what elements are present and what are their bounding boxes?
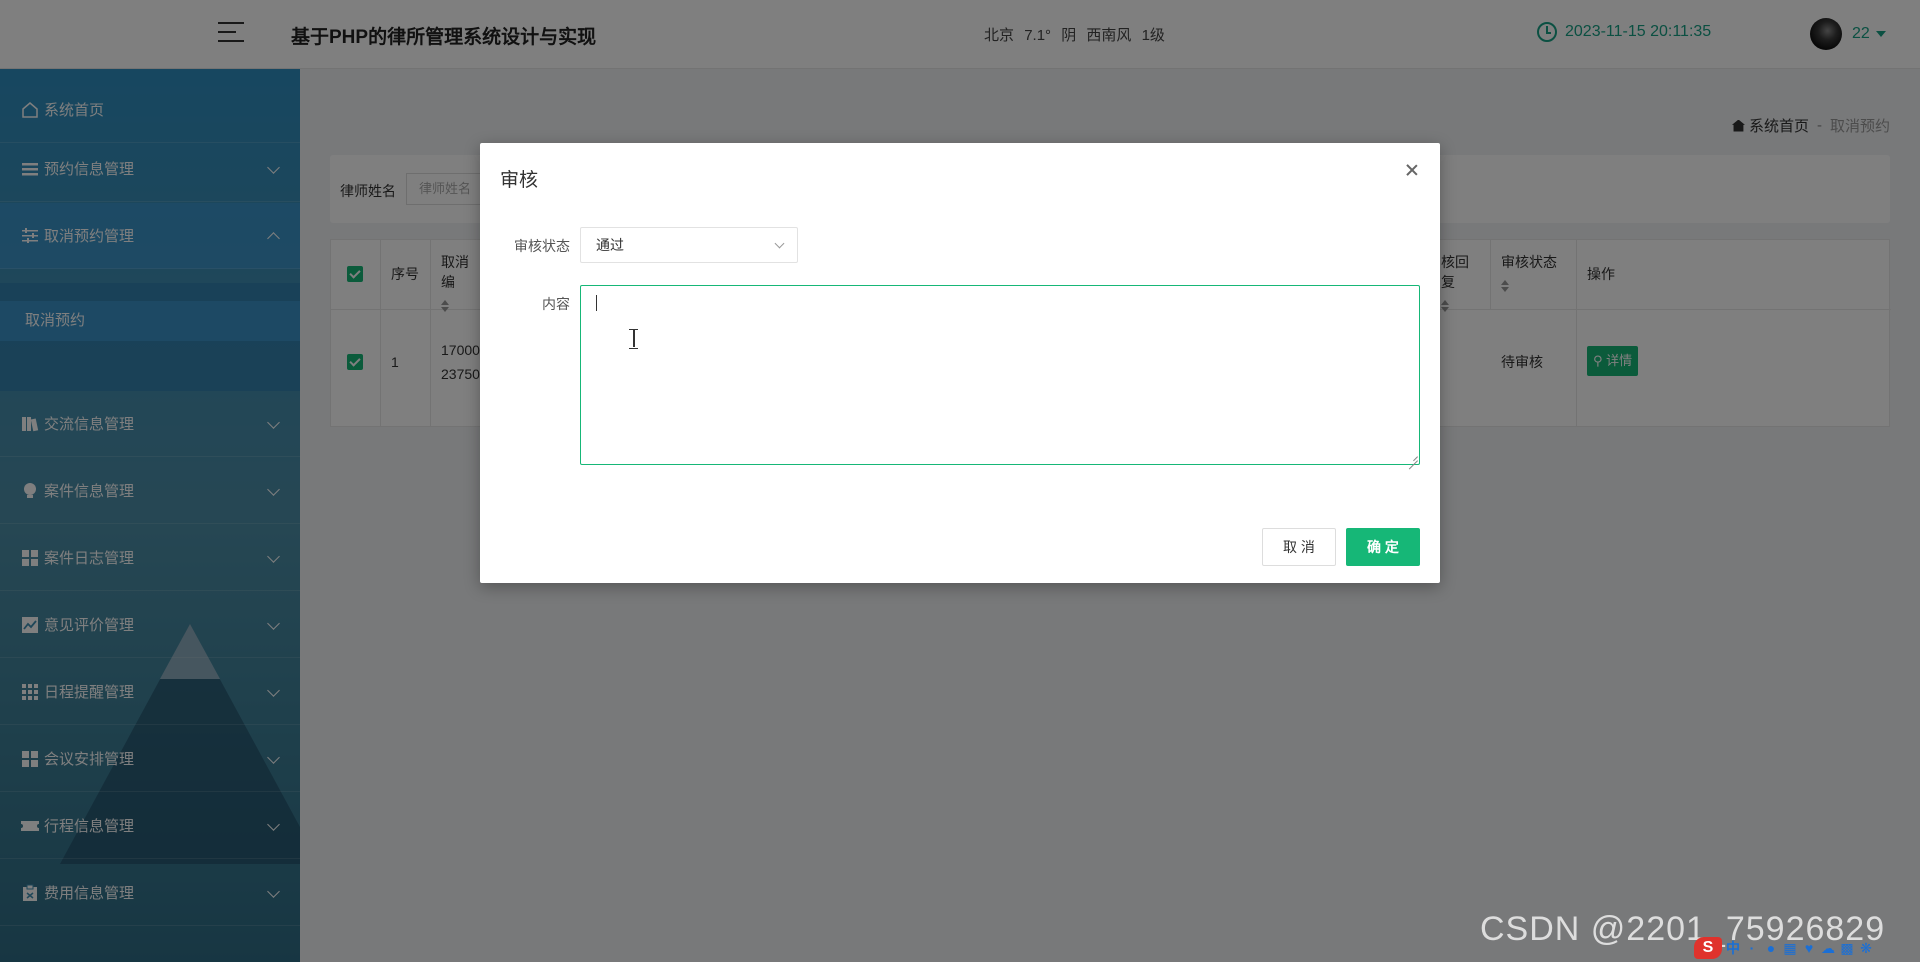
cloud-icon[interactable]: ☁ [1820,940,1836,956]
resize-handle-icon[interactable] [1408,451,1418,461]
status-select-value: 通过 [596,237,624,253]
status-label: 审核状态 [514,238,570,254]
review-dialog: 审核 审核状态 通过 内容 取 消 确 定 [480,143,1440,583]
microphone-icon[interactable]: ● [1763,940,1779,956]
cancel-button[interactable]: 取 消 [1262,528,1336,566]
sogou-logo-icon[interactable]: S [1694,937,1722,959]
chevron-down-icon [774,238,785,249]
content-textarea[interactable] [580,285,1420,465]
confirm-button[interactable]: 确 定 [1346,528,1420,566]
ibeam-cursor-icon [628,329,640,349]
dialog-title: 审核 [500,170,539,191]
content-label: 内容 [542,296,570,312]
settings-icon[interactable]: ❋ [1858,940,1874,956]
punctuation-icon[interactable]: · [1744,940,1760,956]
chinese-mode-icon[interactable]: 中 [1725,940,1741,956]
keyboard-icon[interactable]: ▦ [1782,940,1798,956]
apps-icon[interactable]: ▩ [1839,940,1855,956]
ime-toolbar: S 中 · ● ▦ ♥ ☁ ▩ ❋ [1694,937,1874,959]
close-icon[interactable] [1404,163,1420,179]
skin-icon[interactable]: ♥ [1801,940,1817,956]
text-caret [596,295,597,311]
status-select[interactable]: 通过 [580,227,798,263]
